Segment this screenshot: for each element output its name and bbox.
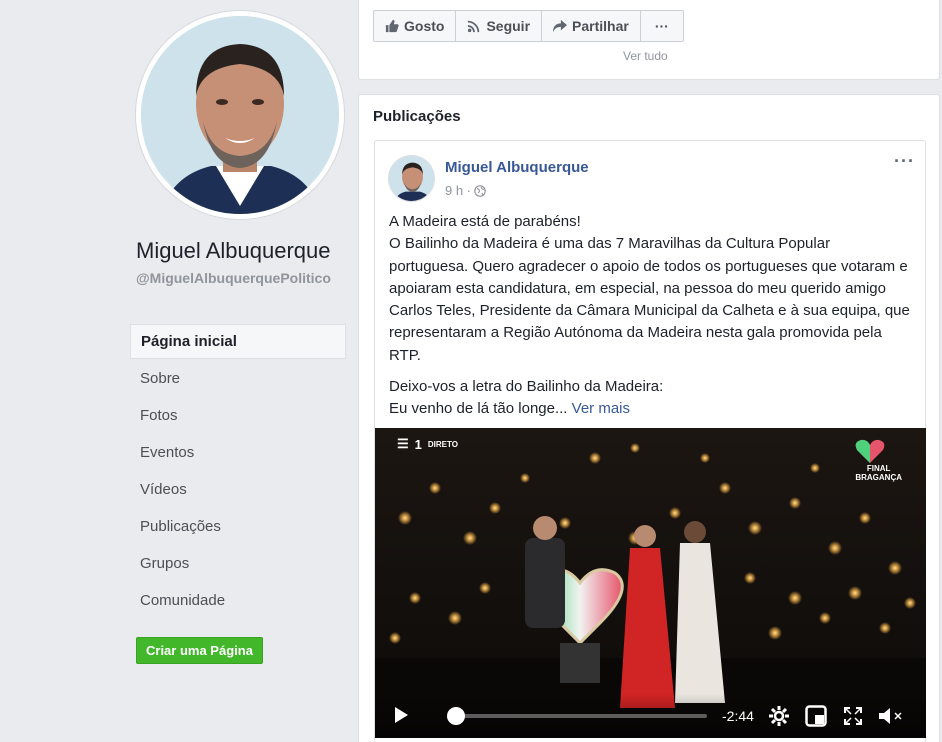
- share-arrow-icon: [553, 19, 568, 33]
- more-actions-button[interactable]: ···: [641, 11, 683, 41]
- like-label: Gosto: [404, 18, 445, 34]
- see-more-link[interactable]: Ver mais: [572, 400, 630, 417]
- thumbs-up-icon: [385, 19, 399, 33]
- create-page-button[interactable]: Criar uma Página: [136, 637, 263, 664]
- broadcast-logo: FINAL BRAGANÇA: [855, 438, 902, 482]
- post-line-text: Eu venho de lá tão longe...: [389, 400, 568, 418]
- profile-picture[interactable]: [136, 11, 344, 219]
- post-author-name[interactable]: Miguel Albuquerque: [445, 159, 589, 176]
- nav-item-events[interactable]: Eventos: [130, 435, 346, 472]
- post-body: A Madeira está de parabéns! O Bailinho d…: [389, 211, 913, 421]
- fullscreen-icon[interactable]: [844, 707, 862, 725]
- time-remaining: -2:44: [722, 708, 754, 724]
- post-author-avatar[interactable]: [388, 155, 435, 202]
- profile-photo: [141, 16, 339, 214]
- share-button[interactable]: Partilhar: [542, 11, 641, 41]
- see-all-link[interactable]: Ver tudo: [623, 49, 668, 63]
- nav-item-home[interactable]: Página inicial: [130, 324, 346, 359]
- follow-label: Seguir: [486, 18, 531, 34]
- action-bar: Gosto Seguir Partilhar ···: [373, 10, 684, 42]
- more-dots-icon: ···: [654, 18, 669, 34]
- page-name[interactable]: Miguel Albuquerque: [136, 238, 330, 264]
- live-label: DIRETO: [427, 439, 458, 449]
- nav-item-community[interactable]: Comunidade: [130, 583, 346, 620]
- logo-line-braganca: BRAGANÇA: [855, 473, 902, 482]
- progress-scrubber[interactable]: [447, 707, 466, 725]
- nav-item-posts[interactable]: Publicações: [130, 509, 346, 546]
- post-options-button[interactable]: ···: [894, 151, 915, 172]
- rss-icon: [468, 20, 480, 33]
- post-timestamp[interactable]: 9 h ·: [445, 183, 471, 198]
- page-nav: Página inicial Sobre Fotos Eventos Vídeo…: [130, 324, 346, 620]
- channel-badge: ☰ 1 DIRETO: [397, 436, 458, 452]
- play-icon[interactable]: [393, 706, 409, 724]
- left-column: Miguel Albuquerque @MiguelAlbuquerquePol…: [0, 0, 358, 742]
- settings-gear-icon[interactable]: [768, 705, 790, 727]
- globe-icon: [474, 184, 486, 197]
- posts-card: Publicações Miguel Albuquerque 9 h · ···…: [358, 94, 940, 742]
- video-controls: -2:44: [375, 694, 926, 738]
- follow-button[interactable]: Seguir: [456, 11, 543, 41]
- post-line: Deixo-vos a letra do Bailinho da Madeira…: [389, 378, 664, 396]
- share-label: Partilhar: [572, 18, 629, 34]
- logo-line-final: FINAL: [866, 464, 891, 473]
- page-handle[interactable]: @MiguelAlbuquerquePolitico: [136, 269, 348, 288]
- progress-track[interactable]: [447, 707, 707, 725]
- post-line: A Madeira está de parabéns!: [389, 213, 581, 230]
- post: Miguel Albuquerque 9 h · ··· A Madeira e…: [374, 140, 926, 742]
- page-actions-card: Gosto Seguir Partilhar ··· Ver tudo: [358, 0, 940, 80]
- heart-logo-icon: [855, 439, 885, 463]
- volume-muted-icon[interactable]: [878, 706, 904, 726]
- channel-number: 1: [414, 436, 422, 452]
- nav-item-videos[interactable]: Vídeos: [130, 472, 346, 509]
- video-frame: [375, 428, 926, 738]
- nav-item-photos[interactable]: Fotos: [130, 398, 346, 435]
- nav-item-about[interactable]: Sobre: [130, 361, 346, 398]
- post-line: O Bailinho da Madeira é uma das 7 Maravi…: [389, 235, 910, 364]
- rtp-logo-icon: ☰: [397, 436, 409, 451]
- nav-item-groups[interactable]: Grupos: [130, 546, 346, 583]
- posts-section-title: Publicações: [373, 108, 461, 125]
- like-button[interactable]: Gosto: [374, 11, 457, 41]
- post-meta: 9 h ·: [445, 183, 486, 198]
- post-line: Eu venho de lá tão longe... Ver mais: [389, 398, 913, 420]
- miniplayer-icon[interactable]: [805, 705, 827, 727]
- video-player[interactable]: ☰ 1 DIRETO FINAL BRAGANÇA -2:44: [375, 428, 926, 738]
